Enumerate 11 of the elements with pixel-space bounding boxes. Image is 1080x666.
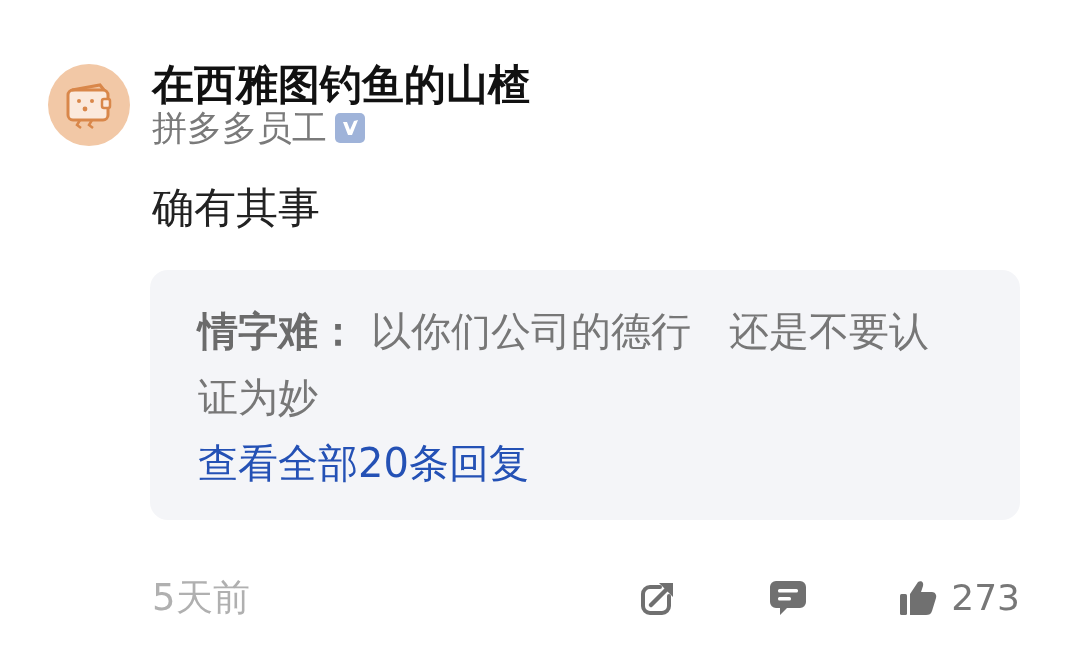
- like-button[interactable]: 273: [899, 574, 1020, 622]
- user-title: 拼多多员工: [152, 108, 327, 148]
- view-all-replies-link[interactable]: 查看全部20条回复: [198, 430, 529, 496]
- thumbs-up-icon: [899, 579, 938, 617]
- comment-text: 确有其事: [152, 183, 321, 233]
- comment-icon: [769, 579, 808, 617]
- avatar-icon[interactable]: [48, 64, 130, 146]
- username[interactable]: 在西雅图钓鱼的山楂: [152, 62, 530, 108]
- reply-text: 情字难： 以你们公司的德行 还是不要认证为妙: [198, 307, 930, 422]
- comment-button[interactable]: [769, 579, 808, 617]
- timestamp: 5天前: [152, 575, 250, 621]
